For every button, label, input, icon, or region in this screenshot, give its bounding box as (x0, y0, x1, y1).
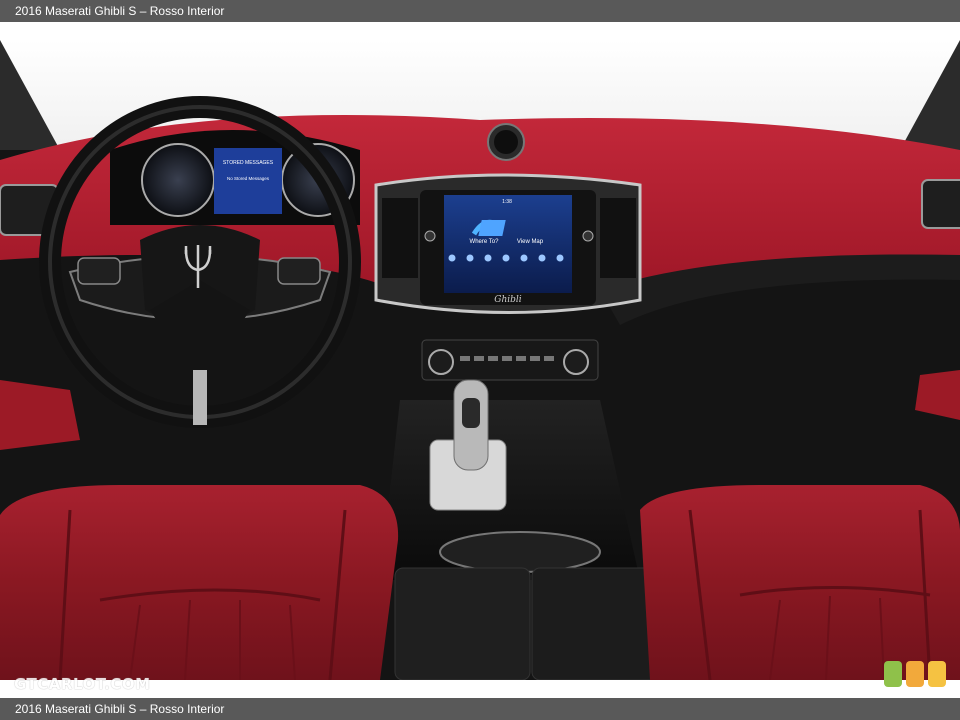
screen-time: 1:38 (502, 199, 512, 205)
left-temp-knob (428, 349, 454, 375)
armrest-left (394, 567, 531, 680)
site-logo-icon (884, 661, 946, 687)
infotainment-screen (444, 195, 572, 293)
cluster-text-1: STORED MESSAGES (223, 160, 274, 166)
interior-illustration: STORED MESSAGES No Stored Messages 1:38 … (0, 40, 960, 680)
caption-text: 2016 Maserati Ghibli S – Rosso Interior (15, 4, 225, 18)
watermark: GTCARLOT.COM (14, 675, 151, 693)
speedometer (141, 143, 215, 217)
cluster-text-2: No Stored Messages (227, 176, 270, 181)
caption-bar-bottom: 2016 Maserati Ghibli S – Rosso Interior (0, 698, 960, 720)
wheel-controls-right (277, 257, 321, 285)
caption-bar-top: 2016 Maserati Ghibli S – Rosso Interior (0, 0, 960, 22)
caption-text: 2016 Maserati Ghibli S – Rosso Interior (15, 702, 225, 716)
ghibli-script: Ghibli (494, 295, 522, 305)
cluster-display (214, 148, 282, 214)
interior-photo: STORED MESSAGES No Stored Messages 1:38 … (0, 40, 960, 680)
console-controller (439, 531, 601, 573)
view-map-icon (478, 220, 506, 236)
right-temp-knob (563, 349, 589, 375)
screen-nav-view-map: View Map (517, 239, 544, 245)
right-air-vent (921, 179, 960, 229)
wheel-controls-left (77, 257, 121, 285)
screen-nav-where-to: Where To? (470, 239, 500, 245)
passenger-seat (640, 485, 960, 680)
